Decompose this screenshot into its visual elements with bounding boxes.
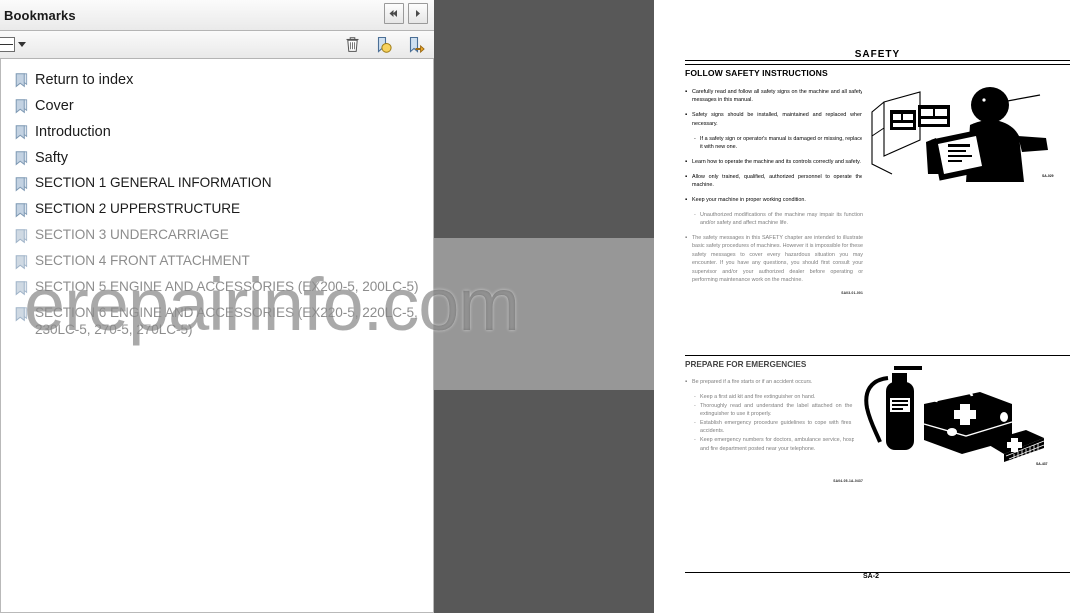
- bullet-text: Learn how to operate the machine and its…: [692, 158, 861, 165]
- bookmark-label: SECTION 6 ENGINE AND ACCESSORIES (EX220-…: [35, 305, 418, 337]
- trash-icon[interactable]: [342, 34, 362, 55]
- body-bullet: ▪ Be prepared if a fire starts or if an a…: [685, 378, 863, 386]
- bullet-text: Safety signs should be installed, mainta…: [692, 112, 863, 127]
- body-sub-item: - If a safety sign or operator's manual i…: [694, 135, 863, 152]
- bullet-dot: ▪: [685, 196, 688, 203]
- bookmark-item[interactable]: SECTION 4 FRONT ATTACHMENT: [1, 250, 433, 276]
- bookmark-icon: [15, 255, 28, 270]
- pdf-page: SAFETY FOLLOW SAFETY INSTRUCTIONS ▪ Caref…: [654, 0, 1088, 613]
- bullet-text: Be prepared if a fire starts or if an ac…: [692, 379, 813, 385]
- body-footnote-code: SA04-05-1A-0437: [833, 479, 863, 484]
- chevron-down-icon: [18, 42, 26, 47]
- bullet-dot: ▪: [685, 89, 688, 95]
- bullet-dot: ▪: [685, 112, 688, 119]
- bookmark-icon: [15, 151, 28, 166]
- bookmarks-panel: Bookmarks Return to index Cover Introduc…: [0, 0, 434, 613]
- sub-item-text: Thoroughly read and understand the label…: [700, 402, 863, 418]
- bullet-text: Carefully read and follow all safety sig…: [692, 89, 863, 104]
- section1-body: ▪ Carefully read and follow all safety si…: [685, 88, 863, 295]
- bullet-dot: ▪: [685, 158, 688, 165]
- header-double-rule: [685, 60, 1070, 65]
- new-bookmark-icon[interactable]: [374, 34, 394, 55]
- operator-reading-manual-illustration: SA-029: [862, 78, 1062, 188]
- bookmark-icon: [15, 125, 28, 140]
- bookmark-label: Introduction: [35, 124, 111, 140]
- bookmark-item[interactable]: SECTION 5 ENGINE AND ACCESSORIES (EX200-…: [1, 276, 433, 302]
- bookmark-item[interactable]: SECTION 1 GENERAL INFORMATION: [1, 172, 433, 198]
- bookmark-icon: [15, 229, 28, 244]
- body-bullet: ▪ Keep your machine in proper working con…: [685, 196, 863, 204]
- bullet-dot: ▪: [685, 235, 688, 242]
- bookmark-label: SECTION 2 UPPERSTRUCTURE: [35, 201, 240, 216]
- bookmark-label: SECTION 1 GENERAL INFORMATION: [35, 175, 272, 190]
- body-bullet: ▪ Allow only trained, qualified, authoriz…: [685, 173, 863, 190]
- application-root: Bookmarks Return to index Cover Introduc…: [0, 0, 1088, 613]
- body-sub-item: - Thoroughly read and understand the labe…: [694, 402, 863, 419]
- bookmark-icon: [15, 281, 28, 296]
- section2-body: ▪ Be prepared if a fire starts or if an a…: [685, 378, 863, 483]
- body-sub-item: - Establish emergency procedure guideline…: [694, 419, 863, 436]
- section-divider-rule: [685, 355, 1070, 356]
- bookmark-label: Return to index: [35, 72, 134, 88]
- body-sub-item: - Unauthorized modifications of the machi…: [694, 211, 863, 228]
- body-footnote-code: SA03-01-001: [841, 290, 863, 295]
- bookmark-label: Safty: [35, 150, 69, 166]
- fire-extinguisher-first-aid-kit-illustration: SA-437: [854, 362, 1059, 477]
- body-bullet: ▪ Learn how to operate the machine and it…: [685, 158, 863, 166]
- section2-sub-list: - Keep a first aid kit and fire extinguis…: [685, 393, 863, 453]
- expand-bookmark-icon[interactable]: [406, 34, 426, 55]
- bookmark-item[interactable]: SECTION 2 UPPERSTRUCTURE: [1, 198, 433, 224]
- figure-code-sa437: SA-437: [1036, 462, 1048, 466]
- sub-item-text: Keep emergency numbers for doctors, ambu…: [700, 437, 863, 452]
- bookmark-label: SECTION 3 UNDERCARRIAGE: [35, 227, 229, 242]
- bookmark-item[interactable]: SECTION 3 UNDERCARRIAGE: [1, 224, 433, 250]
- body-bullet: ▪ Carefully read and follow all safety si…: [685, 88, 863, 105]
- body-sub-item: - Keep a first aid kit and fire extinguis…: [694, 393, 863, 401]
- section1-heading: FOLLOW SAFETY INSTRUCTIONS: [685, 68, 828, 78]
- bullet-dot: ▪: [685, 379, 688, 385]
- bookmark-item[interactable]: Safty: [1, 146, 433, 172]
- body-bullet: ▪ The safety messages in this SAFETY chap…: [685, 234, 863, 284]
- bookmark-icon: [15, 203, 28, 218]
- bookmark-label: Cover: [35, 98, 74, 114]
- bookmarks-toolbar-actions: [342, 34, 426, 55]
- previous-view-button[interactable]: [384, 3, 404, 24]
- bookmarks-list[interactable]: Return to index Cover Introduction Safty SEC…: [0, 59, 434, 613]
- bookmark-label: SECTION 4 FRONT ATTACHMENT: [35, 253, 250, 268]
- pdf-viewer-area: SAFETY FOLLOW SAFETY INSTRUCTIONS ▪ Caref…: [434, 0, 1088, 613]
- options-menu-button[interactable]: [0, 35, 26, 55]
- bookmark-item[interactable]: Cover: [1, 94, 433, 120]
- bookmark-icon: [15, 99, 28, 114]
- figure-code-sa029: SA-029: [1042, 174, 1054, 178]
- sub-item-text: Keep a first aid kit and fire extinguish…: [700, 393, 816, 400]
- bookmark-item[interactable]: SECTION 6 ENGINE AND ACCESSORIES (EX220-…: [1, 302, 433, 342]
- bookmarks-panel-header: Bookmarks: [0, 0, 434, 31]
- bookmarks-toolbar: [0, 31, 434, 59]
- panel-nav-buttons: [384, 3, 428, 24]
- bookmark-label: SECTION 5 ENGINE AND ACCESSORIES (EX200-…: [35, 279, 419, 294]
- bookmark-icon: [15, 73, 28, 88]
- bookmark-item[interactable]: Introduction: [1, 120, 433, 146]
- bullet-text: Keep your machine in proper working cond…: [692, 196, 806, 203]
- section2-heading: PREPARE FOR EMERGENCIES: [685, 360, 807, 369]
- body-bullet: ▪ Safety signs should be installed, maint…: [685, 111, 863, 128]
- body-sub-item: - Keep emergency numbers for doctors, amb…: [694, 436, 863, 453]
- bookmark-icon: [15, 307, 28, 322]
- bullet-text: Allow only trained, qualified, authorize…: [692, 173, 863, 189]
- bookmark-item[interactable]: Return to index: [1, 68, 433, 94]
- page-number: SA-2: [863, 573, 879, 580]
- sub-item-text: Unauthorized modifications of the machin…: [700, 211, 863, 227]
- running-head-text: SAFETY: [854, 49, 901, 60]
- bullet-dot: ▪: [685, 173, 688, 180]
- panel-title: Bookmarks: [4, 7, 76, 23]
- bullet-text: The safety messages in this SAFETY chapt…: [692, 235, 863, 283]
- sub-item-text: If a safety sign or operator's manual is…: [700, 135, 863, 150]
- next-view-button[interactable]: [408, 3, 428, 24]
- sub-item-text: Establish emergency procedure guidelines…: [700, 420, 863, 435]
- options-list-icon: [0, 37, 15, 52]
- bookmark-icon: [15, 177, 28, 192]
